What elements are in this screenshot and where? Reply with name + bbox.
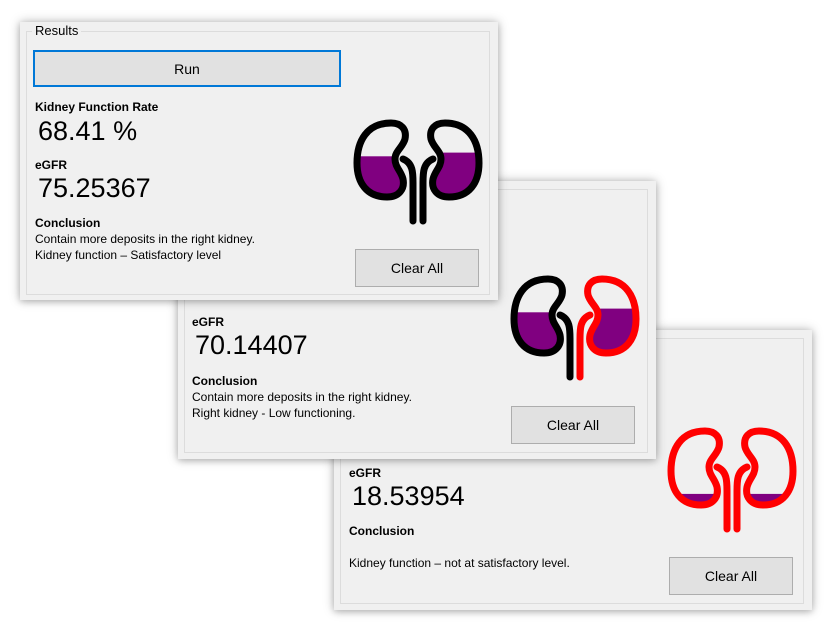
kidney-function-rate-value: 68.41 % [38, 116, 138, 146]
kidney-icon [510, 275, 640, 381]
clear-all-button[interactable]: Clear All [669, 557, 793, 595]
conclusion-line-2: Kidney function – Satisfactory level [35, 248, 222, 262]
left-kidney-outline [667, 427, 723, 509]
conclusion-line-2: Kidney function – not at satisfactory le… [349, 556, 570, 570]
results-panel-1: Results Run Kidney Function Rate 68.41 %… [20, 22, 498, 300]
kidney-icon [353, 119, 483, 225]
conclusion-line-1: Contain more deposits in the right kidne… [192, 390, 412, 404]
results-group-title: Results [32, 23, 82, 38]
egfr-value: 70.14407 [195, 330, 308, 360]
egfr-label: eGFR [349, 466, 382, 480]
kidney-icon [667, 427, 797, 533]
right-kidney-outline [741, 427, 797, 509]
run-button[interactable]: Run [33, 50, 341, 87]
conclusion-line-1: Contain more deposits in the right kidne… [35, 232, 255, 246]
clear-all-button[interactable]: Clear All [511, 406, 635, 444]
conclusion-label: Conclusion [35, 216, 101, 230]
egfr-label: eGFR [192, 315, 225, 329]
egfr-value: 75.25367 [38, 173, 151, 203]
conclusion-line-2: Right kidney - Low functioning. [192, 406, 356, 420]
egfr-value: 18.53954 [352, 481, 465, 511]
clear-all-button[interactable]: Clear All [355, 249, 479, 287]
kidney-function-rate-label: Kidney Function Rate [35, 100, 159, 114]
egfr-label: eGFR [35, 158, 68, 172]
conclusion-label: Conclusion [192, 374, 258, 388]
conclusion-label: Conclusion [349, 524, 415, 538]
